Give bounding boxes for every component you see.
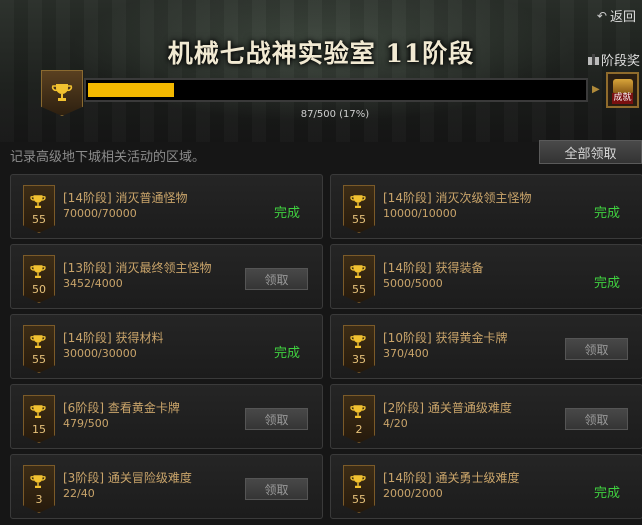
progress-arrow-icon: ▶ [592, 84, 600, 95]
trophy-icon [350, 195, 366, 208]
trophy-icon [30, 335, 46, 348]
quest-title: [14阶段] 获得材料 [63, 331, 164, 345]
claim-all-button[interactable]: 全部领取 [539, 140, 642, 164]
quest-level: 2 [355, 423, 363, 436]
header-banner [0, 0, 642, 142]
treasure-chest-icon [613, 79, 633, 93]
quest-card: 2 [2阶段] 通关普通级难度 4/20 领取 [330, 384, 642, 449]
quest-title: [14阶段] 通关勇士级难度 [383, 471, 520, 485]
claim-button[interactable]: 领取 [245, 478, 308, 500]
chest-label: 成就 [612, 93, 633, 104]
back-label: 返回 [609, 10, 636, 25]
quest-level: 35 [352, 353, 366, 366]
quest-card: 55 [14阶段] 通关勇士级难度 2000/2000 完成 [330, 454, 642, 519]
trophy-icon [51, 84, 73, 101]
quest-title: [14阶段] 消灭普通怪物 [63, 191, 188, 205]
quest-level: 3 [35, 493, 43, 506]
trophy-icon [350, 265, 366, 278]
quest-level: 55 [32, 353, 46, 366]
quest-level: 55 [352, 213, 366, 226]
level-badge: 55 [343, 465, 375, 513]
level-badge: 55 [343, 185, 375, 233]
description-text: 记录高级地下城相关活动的区域。 [10, 150, 206, 165]
quest-progress: 479/500 [63, 417, 109, 430]
status-complete: 完成 [593, 276, 620, 291]
progress-fill [88, 83, 174, 97]
quest-progress: 3452/4000 [63, 277, 123, 290]
status-complete: 完成 [593, 206, 620, 221]
level-badge: 55 [343, 255, 375, 303]
back-arrow-icon: ↶ [596, 8, 607, 23]
claim-button[interactable]: 领取 [565, 338, 628, 360]
progress-text: 87/500 (17%) [300, 109, 370, 120]
level-badge: 55 [23, 325, 55, 373]
page-title: 机械七战神实验室 11阶段 [167, 39, 475, 68]
trophy-icon [30, 265, 46, 278]
quest-card: 55 [14阶段] 获得装备 5000/5000 完成 [330, 244, 642, 309]
quest-title: [14阶段] 获得装备 [383, 261, 484, 275]
level-badge: 55 [23, 185, 55, 233]
back-button[interactable]: ↶ 返回 [596, 6, 636, 26]
quest-progress: 10000/10000 [383, 207, 457, 220]
level-badge: 3 [23, 465, 55, 513]
quest-title: [2阶段] 通关普通级难度 [383, 401, 512, 415]
quest-level: 55 [32, 213, 46, 226]
claim-button[interactable]: 领取 [245, 408, 308, 430]
status-complete: 完成 [273, 206, 300, 221]
quest-level: 55 [352, 493, 366, 506]
claim-button[interactable]: 领取 [245, 268, 308, 290]
achievement-progress-bar [84, 78, 588, 102]
trophy-icon [350, 335, 366, 348]
quest-title: [13阶段] 消灭最终领主怪物 [63, 261, 212, 275]
claim-button[interactable]: 领取 [565, 408, 628, 430]
trophy-icon [350, 475, 366, 488]
quest-progress: 70000/70000 [63, 207, 137, 220]
quest-card: 35 [10阶段] 获得黄金卡牌 370/400 领取 [330, 314, 642, 379]
quest-card: 55 [14阶段] 消灭次级领主怪物 10000/10000 完成 [330, 174, 642, 239]
quest-title: [3阶段] 通关冒险级难度 [63, 471, 192, 485]
quest-level: 50 [32, 283, 46, 296]
status-complete: 完成 [593, 486, 620, 501]
stage-reward-label: 阶段奖 [587, 50, 640, 69]
quest-title: [6阶段] 查看黄金卡牌 [63, 401, 180, 415]
quest-title: [14阶段] 消灭次级领主怪物 [383, 191, 532, 205]
level-badge: 50 [23, 255, 55, 303]
quest-card: 55 [14阶段] 获得材料 30000/30000 完成 [10, 314, 323, 379]
quest-level: 55 [352, 283, 366, 296]
stage-reward-text: 阶段奖 [600, 54, 640, 69]
trophy-icon [30, 405, 46, 418]
quest-progress: 4/20 [383, 417, 408, 430]
reward-chest-button[interactable]: 成就 [606, 72, 639, 108]
trophy-icon [30, 475, 46, 488]
quest-progress: 30000/30000 [63, 347, 137, 360]
status-complete: 完成 [273, 346, 300, 361]
quest-progress: 370/400 [383, 347, 429, 360]
level-badge: 2 [343, 395, 375, 443]
quest-card: 15 [6阶段] 查看黄金卡牌 479/500 领取 [10, 384, 323, 449]
quest-card: 55 [14阶段] 消灭普通怪物 70000/70000 完成 [10, 174, 323, 239]
trophy-icon [350, 405, 366, 418]
quest-progress: 22/40 [63, 487, 95, 500]
gift-icon [587, 54, 599, 65]
quest-progress: 5000/5000 [383, 277, 443, 290]
level-badge: 15 [23, 395, 55, 443]
quest-card: 3 [3阶段] 通关冒险级难度 22/40 领取 [10, 454, 323, 519]
trophy-icon [30, 195, 46, 208]
quest-title: [10阶段] 获得黄金卡牌 [383, 331, 508, 345]
quest-progress: 2000/2000 [383, 487, 443, 500]
level-badge: 35 [343, 325, 375, 373]
quest-card: 50 [13阶段] 消灭最终领主怪物 3452/4000 领取 [10, 244, 323, 309]
quest-level: 15 [32, 423, 46, 436]
